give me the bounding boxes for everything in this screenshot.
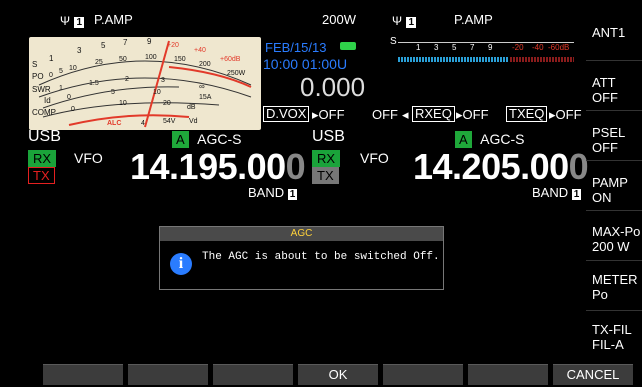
ant1-button[interactable]: ANT1: [586, 10, 642, 58]
time-label: 10:00 01:00U: [263, 56, 348, 72]
vfo-a-frequency: 14.195.000: [130, 146, 306, 187]
svg-text:2: 2: [125, 76, 129, 83]
vfo-a-band: BAND 1: [248, 185, 298, 200]
main-ant-number: 1: [74, 17, 85, 28]
sub-s-meter: S 1 3 5 7 9 -20 -40 -60dB: [390, 36, 576, 66]
svg-text:3: 3: [161, 77, 165, 84]
svg-text:25: 25: [95, 59, 103, 66]
svg-text:5: 5: [59, 68, 63, 75]
svg-text:10: 10: [69, 65, 77, 72]
svg-text:100: 100: [145, 54, 157, 61]
pamp-button[interactable]: PAMP ON: [586, 160, 642, 208]
svg-text:200: 200: [199, 61, 211, 68]
svg-text:15A: 15A: [199, 94, 212, 101]
s-meter-bar-blue: [398, 57, 508, 62]
svg-text:250W: 250W: [227, 70, 246, 77]
meter-button[interactable]: METER Po: [586, 260, 642, 308]
agc-dialog: AGC i The AGC is about to be switched Of…: [159, 226, 444, 290]
date-label: FEB/15/13: [265, 40, 327, 55]
rxeq-label[interactable]: RXEQ: [412, 106, 455, 122]
vfo-a-mode: USB: [28, 128, 61, 145]
analog-meter: S 1 3 5 7 9 +20 +40 +60dB PO 0 5 10 25 5…: [29, 37, 261, 130]
svg-text:SWR: SWR: [32, 85, 51, 94]
vfo-b-rx-badge: RX: [312, 150, 341, 168]
vfo-a-label: VFO: [74, 150, 103, 166]
txeq-label[interactable]: TXEQ: [506, 106, 548, 122]
sub-ant-number: 1: [406, 17, 417, 28]
svg-text:Vd: Vd: [189, 118, 198, 125]
svg-text:1: 1: [49, 54, 54, 63]
meter-s-label: S: [32, 60, 37, 69]
sub-off-label: OFF: [372, 107, 398, 122]
svg-text:7: 7: [123, 38, 128, 47]
antenna-icon: Ψ: [60, 14, 71, 28]
s-meter-bar-red: [510, 57, 574, 62]
svg-text:1: 1: [59, 85, 63, 92]
vfo-b-label: VFO: [360, 150, 389, 166]
dvox-state: ▸OFF: [312, 107, 345, 122]
main-power-label: 200W: [322, 12, 356, 27]
svg-text:5: 5: [101, 41, 106, 50]
vfo-b-frequency: 14.205.000: [413, 146, 589, 187]
main-antenna-indicator: Ψ 1: [60, 12, 85, 30]
tx-fil-button[interactable]: TX-FIL FIL-A: [586, 310, 642, 358]
info-icon: i: [170, 253, 192, 275]
dvox-label[interactable]: D.VOX: [263, 106, 310, 122]
max-po-button[interactable]: MAX-Po 200 W: [586, 210, 642, 258]
vfo-b-band: BAND 1: [532, 185, 582, 200]
power-readout: 0.000: [300, 72, 366, 102]
cancel-button[interactable]: CANCEL: [553, 364, 633, 385]
meter-face: S 1 3 5 7 9 +20 +40 +60dB PO 0 5 10 25 5…: [32, 37, 252, 128]
svg-text:∞: ∞: [199, 82, 205, 91]
svg-text:50: 50: [119, 56, 127, 63]
svg-text:0: 0: [67, 94, 71, 101]
function-key-2[interactable]: [128, 364, 208, 385]
svg-text:10: 10: [153, 89, 161, 96]
svg-text:+40: +40: [194, 47, 206, 54]
att-button[interactable]: ATT OFF: [586, 60, 642, 108]
vfo-b-mode: USB: [312, 128, 345, 145]
svg-text:ALC: ALC: [107, 120, 121, 127]
function-key-5[interactable]: [383, 364, 463, 385]
svg-text:1.5: 1.5: [89, 80, 99, 87]
sub-preamp-label: P.AMP: [454, 12, 493, 27]
vfo-b-agc-label: AGC-S: [480, 131, 525, 147]
svg-text:PO: PO: [32, 72, 44, 81]
svg-text:150: 150: [174, 56, 186, 63]
rxeq-state: ▸OFF: [456, 107, 489, 122]
svg-text:10: 10: [119, 100, 127, 107]
ok-button[interactable]: OK: [298, 364, 378, 385]
antenna-icon: Ψ: [392, 14, 403, 28]
vfo-a-rx-badge: RX: [28, 150, 57, 168]
sub-antenna-indicator: Ψ 1: [392, 12, 417, 30]
function-key-1[interactable]: [43, 364, 123, 385]
dialog-message: The AGC is about to be switched Off.: [202, 251, 440, 263]
vfo-a-agc-label: AGC-S: [197, 131, 242, 147]
svg-text:4: 4: [141, 120, 145, 127]
battery-icon: [340, 42, 356, 50]
svg-text:+60dB: +60dB: [220, 56, 241, 63]
svg-text:5: 5: [111, 89, 115, 96]
svg-text:COMP: COMP: [32, 108, 56, 117]
psel-button[interactable]: PSEL OFF: [586, 110, 642, 158]
svg-text:9: 9: [147, 37, 152, 46]
svg-text:3: 3: [77, 46, 82, 55]
main-preamp-label: P.AMP: [94, 12, 133, 27]
rxeq-arrow-left-icon: ◂: [402, 107, 409, 122]
svg-text:0: 0: [71, 106, 75, 113]
svg-text:+20: +20: [167, 42, 179, 49]
function-key-6[interactable]: [468, 364, 548, 385]
dialog-title: AGC: [160, 227, 443, 241]
svg-text:Id: Id: [44, 96, 51, 105]
vfo-b-tx-badge: TX: [312, 167, 339, 185]
svg-text:0: 0: [49, 72, 53, 79]
txeq-state: ▸OFF: [549, 107, 582, 122]
svg-text:dB: dB: [187, 104, 196, 111]
right-menu: ANT1 ATT OFF PSEL OFF PAMP ON MAX-Po 200 W M…: [586, 10, 642, 360]
vfo-a-tx-badge: TX: [28, 167, 55, 185]
svg-text:54V: 54V: [163, 118, 176, 125]
svg-text:20: 20: [163, 100, 171, 107]
function-key-3[interactable]: [213, 364, 293, 385]
